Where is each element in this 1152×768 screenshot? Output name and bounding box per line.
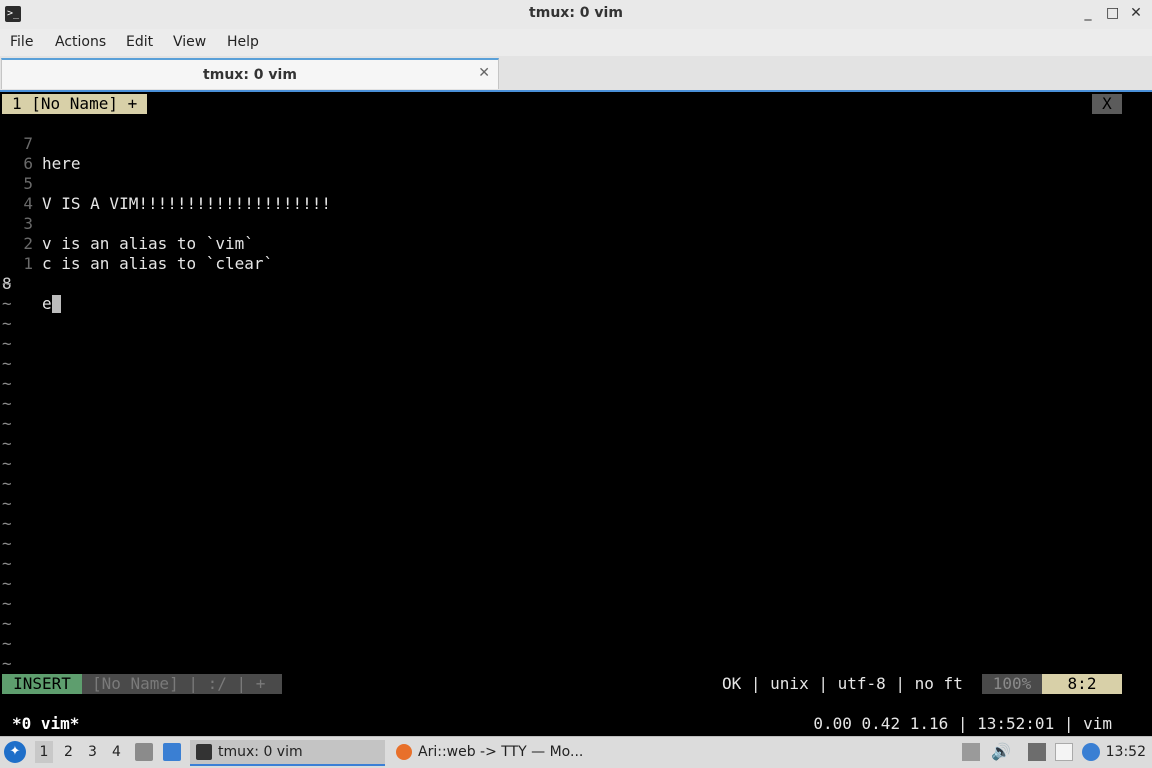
- task-label: tmux: 0 vim: [218, 744, 303, 760]
- show-desktop-icon[interactable]: [163, 743, 181, 761]
- task-tmux[interactable]: tmux: 0 vim: [190, 740, 385, 766]
- menu-help[interactable]: Help: [227, 34, 259, 50]
- task-label: Ari::web -> TTY — Mo...: [418, 744, 584, 760]
- window-titlebar: >_ tmux: 0 vim _ □ ✕: [0, 0, 1152, 30]
- volume-icon[interactable]: 🔊: [991, 743, 1011, 761]
- current-line: 8 e: [0, 254, 1152, 313]
- tab-tmux[interactable]: tmux: 0 vim ✕: [1, 58, 499, 89]
- firefox-icon: [396, 744, 412, 760]
- text-line: 6: [0, 134, 1152, 173]
- start-menu-icon[interactable]: ✦: [4, 741, 26, 763]
- text-line: 1: [0, 234, 1152, 273]
- tilde-line: ~: [2, 434, 12, 453]
- vim-buffer-close[interactable]: X: [1092, 94, 1122, 114]
- workspace-2[interactable]: 2: [64, 744, 73, 760]
- text-line: 3 v is an alias to `vim`: [0, 194, 1152, 253]
- tilde-line: ~: [2, 474, 12, 493]
- taskbar: ✦ 1 2 3 4 tmux: 0 vim Ari::web -> TTY — …: [0, 736, 1152, 768]
- terminal-area[interactable]: 1 [No Name] + X 7 here 6 5 V IS A VIM!!!…: [0, 90, 1152, 736]
- current-line-text: e: [42, 294, 52, 313]
- tilde-line: ~: [2, 274, 12, 293]
- tilde-line: ~: [2, 294, 12, 313]
- tilde-line: ~: [2, 534, 12, 553]
- text-line: 4: [0, 174, 1152, 213]
- text-line: 7 here: [0, 114, 1152, 173]
- tilde-line: ~: [2, 314, 12, 333]
- menu-bar: File Actions Edit View Help: [0, 29, 1152, 56]
- window-title: tmux: 0 vim: [529, 5, 623, 21]
- menu-view[interactable]: View: [173, 34, 206, 50]
- tilde-line: ~: [2, 414, 12, 433]
- tilde-line: ~: [2, 634, 12, 653]
- tmux-statusbar: *0 vim* 0.00 0.42 1.16 | 13:52:01 | vim: [0, 714, 1152, 734]
- workspace-4[interactable]: 4: [112, 744, 121, 760]
- tilde-line: ~: [2, 354, 12, 373]
- task-firefox[interactable]: Ari::web -> TTY — Mo...: [390, 740, 590, 766]
- tilde-line: ~: [2, 574, 12, 593]
- menu-actions[interactable]: Actions: [55, 34, 106, 50]
- tab-close-icon[interactable]: ✕: [478, 65, 490, 81]
- notification-icon[interactable]: [1082, 743, 1100, 761]
- tilde-line: ~: [2, 494, 12, 513]
- text-line: 2 c is an alias to `clear`: [0, 214, 1152, 273]
- tilde-line: ~: [2, 654, 12, 673]
- tilde-line: ~: [2, 594, 12, 613]
- network-icon[interactable]: [1028, 743, 1046, 761]
- file-info: [No Name] | :/ | +: [82, 674, 282, 694]
- vim-statusline: INSERT [No Name] | :/ | + OK | unix | ut…: [0, 674, 1152, 694]
- tray-up-arrow-icon[interactable]: [962, 743, 980, 761]
- tmux-window-list[interactable]: *0 vim*: [12, 714, 79, 734]
- tilde-line: ~: [2, 614, 12, 633]
- tilde-line: ~: [2, 374, 12, 393]
- mode-indicator: INSERT: [2, 674, 82, 694]
- workspace-1[interactable]: 1: [35, 741, 53, 763]
- menu-edit[interactable]: Edit: [126, 34, 153, 50]
- cursor-position: 8:2: [1042, 674, 1122, 694]
- terminal-icon: [196, 744, 212, 760]
- scroll-percent: 100%: [982, 674, 1042, 694]
- tilde-line: ~: [2, 334, 12, 353]
- tilde-line: ~: [2, 394, 12, 413]
- close-button[interactable]: ✕: [1130, 5, 1142, 21]
- file-format-info: OK | unix | utf-8 | no ft: [722, 674, 963, 693]
- tab-strip: tmux: 0 vim ✕: [0, 56, 1152, 90]
- tilde-line: ~: [2, 554, 12, 573]
- tilde-line: ~: [2, 514, 12, 533]
- clipboard-icon[interactable]: [1055, 743, 1073, 761]
- tab-label: tmux: 0 vim: [203, 67, 297, 83]
- file-manager-icon[interactable]: [135, 743, 153, 761]
- text-line: 5 V IS A VIM!!!!!!!!!!!!!!!!!!!!: [0, 154, 1152, 213]
- text-cursor: [51, 295, 61, 313]
- vim-buffer-tab[interactable]: 1 [No Name] +: [2, 94, 148, 114]
- tmux-status-right: 0.00 0.42 1.16 | 13:52:01 | vim: [813, 714, 1112, 733]
- maximize-button[interactable]: □: [1106, 5, 1119, 21]
- tilde-line: ~: [2, 454, 12, 473]
- menu-file[interactable]: File: [10, 34, 33, 50]
- clock: 13:52: [1105, 744, 1146, 760]
- minimize-button[interactable]: _: [1082, 5, 1094, 21]
- workspace-3[interactable]: 3: [88, 744, 97, 760]
